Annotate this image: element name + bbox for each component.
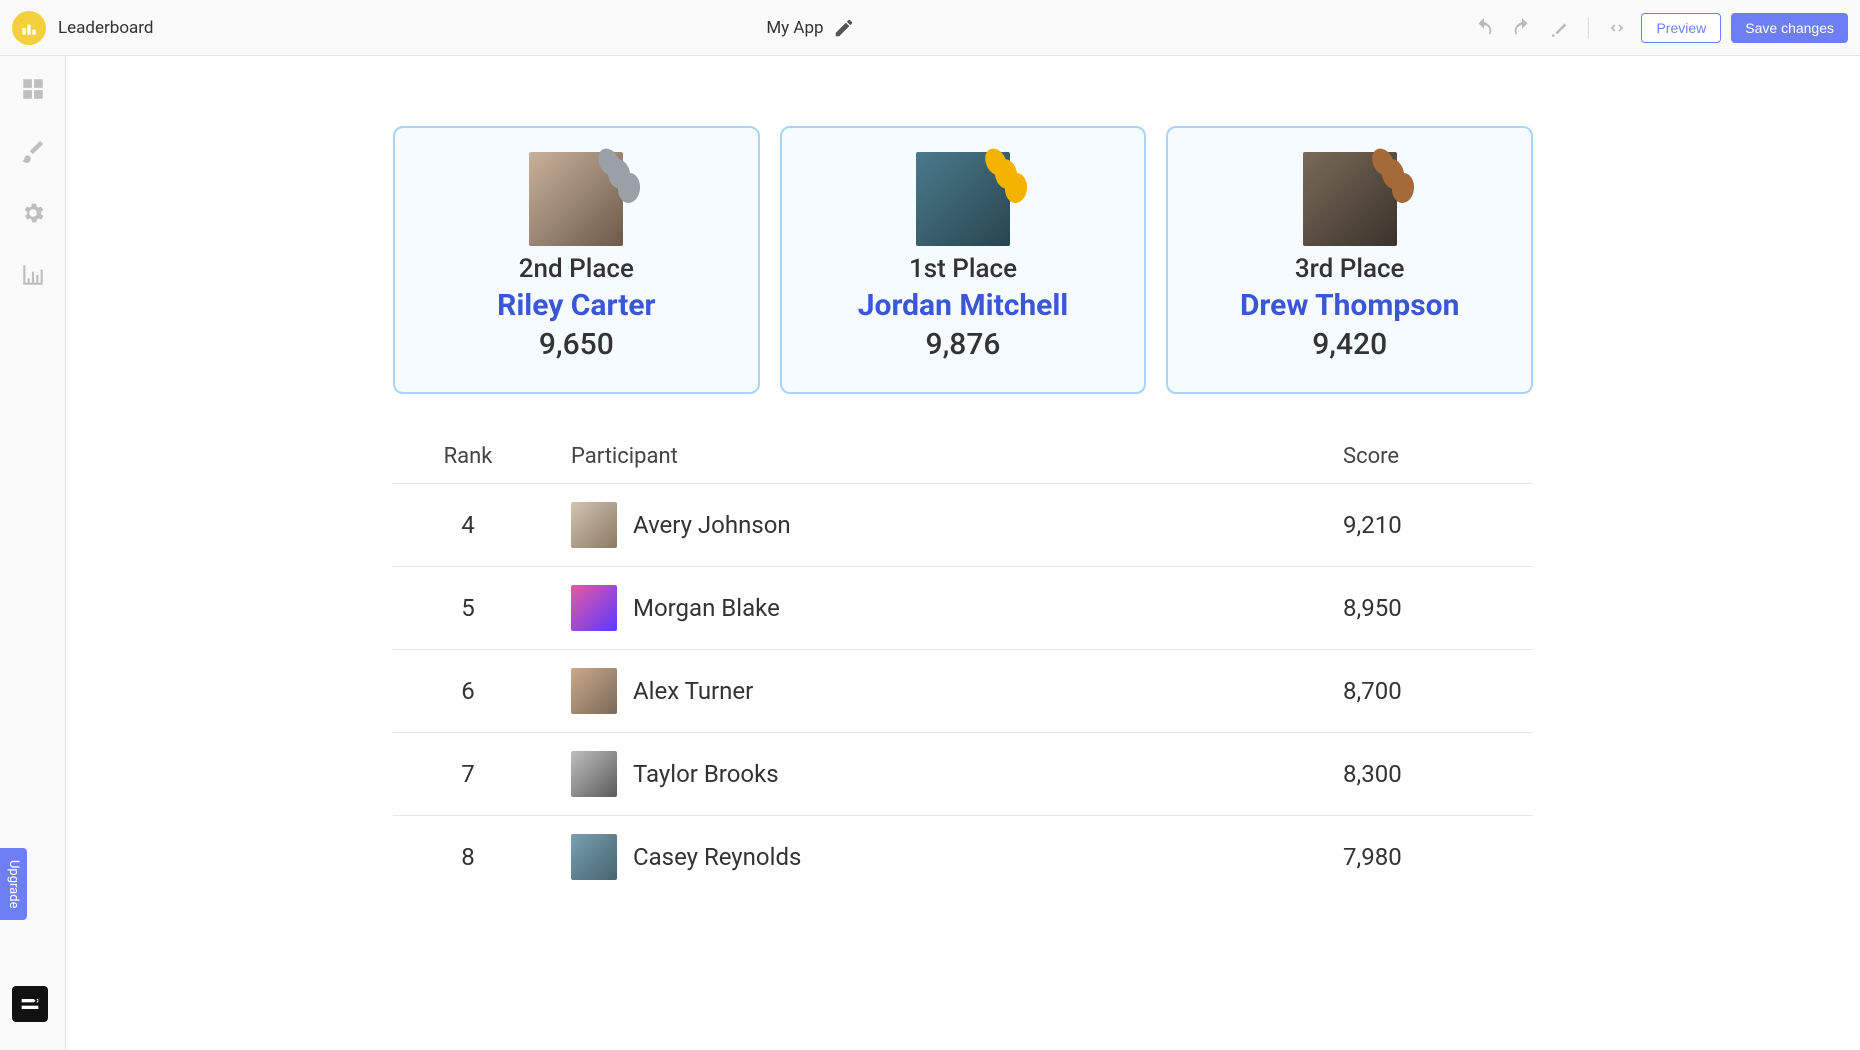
header-center: My App xyxy=(153,14,1470,42)
gear-icon[interactable] xyxy=(20,200,46,226)
leaderboard-content: 2nd Place Riley Carter 9,650 1st Place J… xyxy=(393,126,1533,898)
code-icon[interactable] xyxy=(1603,14,1631,42)
podium-card-2nd[interactable]: 2nd Place Riley Carter 9,650 xyxy=(393,126,760,394)
cell-rank: 8 xyxy=(423,843,513,871)
cell-participant: Alex Turner xyxy=(513,668,1343,714)
cell-score: 8,700 xyxy=(1343,677,1503,705)
cell-participant: Casey Reynolds xyxy=(513,834,1343,880)
undo-icon[interactable] xyxy=(1470,14,1498,42)
podium-avatar-wrap xyxy=(529,152,623,246)
app-logo-icon xyxy=(12,11,46,45)
avatar-image xyxy=(571,585,617,631)
podium-avatar-wrap xyxy=(916,152,1010,246)
avatar-image xyxy=(571,502,617,548)
place-score: 9,650 xyxy=(415,327,738,362)
place-name: Jordan Mitchell xyxy=(802,288,1125,323)
cell-rank: 6 xyxy=(423,677,513,705)
canvas: 2nd Place Riley Carter 9,650 1st Place J… xyxy=(66,56,1860,1050)
participant-name: Alex Turner xyxy=(633,677,753,705)
place-score: 9,420 xyxy=(1188,327,1511,362)
participant-name: Taylor Brooks xyxy=(633,760,779,788)
save-button[interactable]: Save changes xyxy=(1731,13,1848,43)
place-label: 2nd Place xyxy=(415,254,738,284)
cell-rank: 7 xyxy=(423,760,513,788)
cell-participant: Avery Johnson xyxy=(513,502,1343,548)
table-row[interactable]: 6 Alex Turner 8,700 xyxy=(393,649,1533,732)
laurel-icon xyxy=(1363,144,1427,208)
leaderboard-table: Rank Participant Score 4 Avery Johnson 9,2… xyxy=(393,444,1533,898)
preview-button[interactable]: Preview xyxy=(1641,13,1721,43)
table-row[interactable]: 8 Casey Reynolds 7,980 xyxy=(393,815,1533,898)
table-row[interactable]: 7 Taylor Brooks 8,300 xyxy=(393,732,1533,815)
upgrade-button[interactable]: Upgrade xyxy=(0,848,27,920)
avatar-image xyxy=(571,834,617,880)
col-header-participant: Participant xyxy=(513,444,1343,469)
table-header: Rank Participant Score xyxy=(393,444,1533,483)
table-row[interactable]: 5 Morgan Blake 8,950 xyxy=(393,566,1533,649)
table-row[interactable]: 4 Avery Johnson 9,210 xyxy=(393,483,1533,566)
analytics-icon[interactable] xyxy=(20,262,46,288)
cell-participant: Taylor Brooks xyxy=(513,751,1343,797)
place-label: 1st Place xyxy=(802,254,1125,284)
cell-score: 8,300 xyxy=(1343,760,1503,788)
col-header-score: Score xyxy=(1343,444,1503,469)
grid-icon[interactable] xyxy=(20,76,46,102)
avatar-image xyxy=(571,751,617,797)
app-name[interactable]: My App xyxy=(766,18,823,38)
place-score: 9,876 xyxy=(802,327,1125,362)
page-title: Leaderboard xyxy=(58,18,153,38)
laurel-icon xyxy=(976,144,1040,208)
cell-score: 7,980 xyxy=(1343,843,1503,871)
wand-icon[interactable] xyxy=(1546,14,1574,42)
podium-card-3rd[interactable]: 3rd Place Drew Thompson 9,420 xyxy=(1166,126,1533,394)
podium-avatar-wrap xyxy=(1303,152,1397,246)
editor-badge-icon[interactable] xyxy=(12,986,48,1022)
cell-participant: Morgan Blake xyxy=(513,585,1343,631)
cell-score: 9,210 xyxy=(1343,511,1503,539)
place-name: Riley Carter xyxy=(415,288,738,323)
separator xyxy=(1588,17,1589,39)
avatar-image xyxy=(571,668,617,714)
participant-name: Morgan Blake xyxy=(633,594,780,622)
cell-rank: 5 xyxy=(423,594,513,622)
podium-card-1st[interactable]: 1st Place Jordan Mitchell 9,876 xyxy=(780,126,1147,394)
brush-icon[interactable] xyxy=(20,138,46,164)
podium: 2nd Place Riley Carter 9,650 1st Place J… xyxy=(393,126,1533,394)
col-header-rank: Rank xyxy=(423,444,513,469)
edit-icon[interactable] xyxy=(830,14,858,42)
place-name: Drew Thompson xyxy=(1188,288,1511,323)
place-label: 3rd Place xyxy=(1188,254,1511,284)
participant-name: Casey Reynolds xyxy=(633,843,801,871)
laurel-icon xyxy=(589,144,653,208)
participant-name: Avery Johnson xyxy=(633,511,791,539)
cell-rank: 4 xyxy=(423,511,513,539)
header-actions: Preview Save changes xyxy=(1470,13,1848,43)
top-header: Leaderboard My App Preview Save changes xyxy=(0,0,1860,56)
redo-icon[interactable] xyxy=(1508,14,1536,42)
cell-score: 8,950 xyxy=(1343,594,1503,622)
